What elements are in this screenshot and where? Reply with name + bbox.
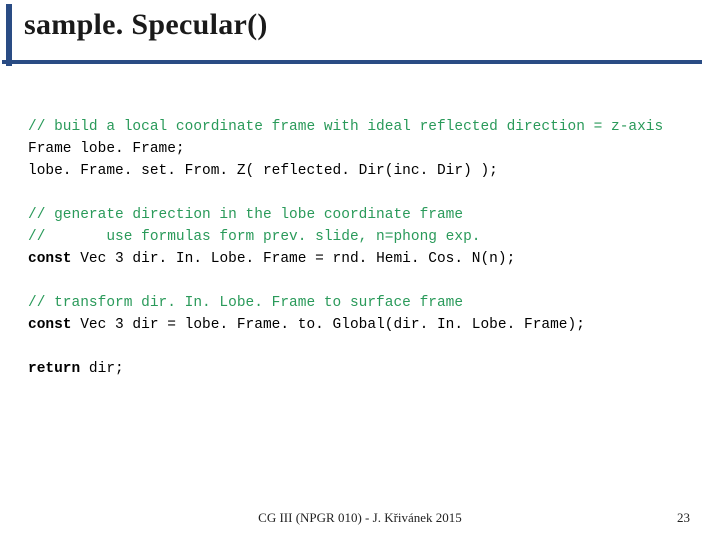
code-line: Frame lobe. Frame; — [28, 141, 185, 157]
slide-footer: CG III (NPGR 010) - J. Křivánek 2015 — [0, 510, 720, 526]
slide: sample. Specular() // build a local coor… — [0, 0, 720, 540]
slide-title: sample. Specular() — [24, 8, 268, 42]
code-keyword: return — [28, 361, 80, 377]
code-comment: // generate direction in the lobe coordi… — [28, 207, 463, 223]
code-block: // build a local coordinate frame with i… — [28, 116, 710, 380]
title-underline — [2, 60, 702, 64]
page-number: 23 — [677, 510, 690, 526]
code-comment: // transform dir. In. Lobe. Frame to sur… — [28, 295, 463, 311]
code-line: dir; — [80, 361, 124, 377]
code-comment: // build a local coordinate frame with i… — [28, 119, 663, 135]
code-line: Vec 3 dir. In. Lobe. Frame = rnd. Hemi. … — [72, 251, 516, 267]
title-accent-bar — [6, 4, 12, 66]
code-keyword: const — [28, 251, 72, 267]
code-line: lobe. Frame. set. From. Z( reflected. Di… — [28, 163, 498, 179]
code-comment: // use formulas form prev. slide, n=phon… — [28, 229, 480, 245]
code-keyword: const — [28, 317, 72, 333]
code-line: Vec 3 dir = lobe. Frame. to. Global(dir.… — [72, 317, 585, 333]
